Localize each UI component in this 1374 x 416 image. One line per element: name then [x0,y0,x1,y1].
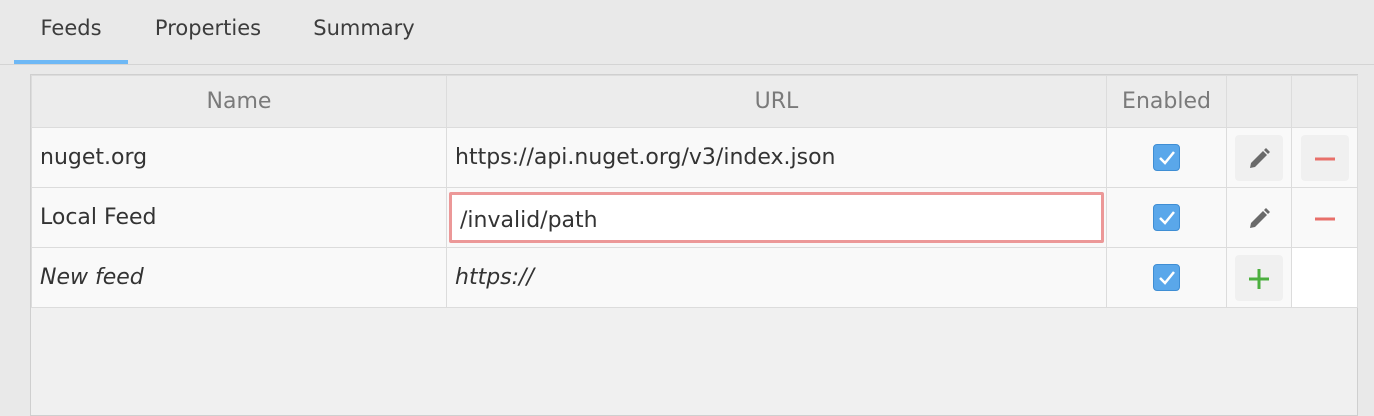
table-header-row: Name URL Enabled [31,75,1358,128]
enabled-cell [1106,247,1227,308]
remove-button[interactable] [1301,195,1349,241]
feed-url-cell[interactable]: https://api.nuget.org/v3/index.json [446,127,1107,188]
enabled-checkbox[interactable] [1153,144,1180,171]
enabled-cell [1106,187,1227,248]
column-header-edit [1226,75,1292,128]
feed-name-cell[interactable]: Local Feed [31,187,447,248]
edit-button[interactable] [1235,195,1283,241]
remove-cell [1291,127,1358,188]
table-row: Local Feed /invalid/path [31,187,1358,248]
pencil-icon [1250,207,1270,228]
feed-name-cell[interactable]: nuget.org [31,127,447,188]
remove-button[interactable] [1300,134,1349,181]
edit-cell [1226,187,1292,248]
checkmark-icon [1159,271,1175,285]
checkmark-icon [1159,211,1175,225]
enabled-checkbox[interactable] [1153,264,1180,291]
pencil-icon [1250,147,1270,168]
edit-cell [1226,127,1292,188]
new-feed-url-input[interactable]: https:// [446,247,1107,308]
tab-feeds[interactable]: Feeds [14,0,128,64]
feeds-panel: Name URL Enabled nuget.org https://api.n… [30,74,1358,416]
new-feed-name-input[interactable]: New feed [31,247,447,308]
add-cell [1226,247,1292,308]
column-header-enabled[interactable]: Enabled [1106,75,1227,128]
feed-url-cell[interactable]: /invalid/path [446,187,1107,248]
column-header-url[interactable]: URL [446,75,1107,128]
edit-button[interactable] [1235,134,1283,181]
plus-icon [1249,268,1269,289]
table-row-new-feed: New feed https:// [31,247,1358,308]
minus-icon [1314,157,1335,160]
column-header-name[interactable]: Name [31,75,447,128]
add-feed-button[interactable] [1235,254,1283,301]
minus-icon [1314,217,1335,220]
tab-bar: Feeds Properties Summary [0,0,1374,65]
tab-summary[interactable]: Summary [298,0,430,60]
column-header-remove [1291,75,1358,128]
remove-cell [1291,187,1358,248]
enabled-checkbox[interactable] [1153,204,1180,231]
tab-properties[interactable]: Properties [140,0,276,60]
feeds-table: Name URL Enabled nuget.org https://api.n… [31,75,1358,308]
checkmark-icon [1159,151,1175,165]
empty-cell [1291,247,1358,308]
table-row: nuget.org https://api.nuget.org/v3/index… [31,127,1358,188]
invalid-url-input[interactable]: /invalid/path [449,192,1104,243]
enabled-cell [1106,127,1227,188]
